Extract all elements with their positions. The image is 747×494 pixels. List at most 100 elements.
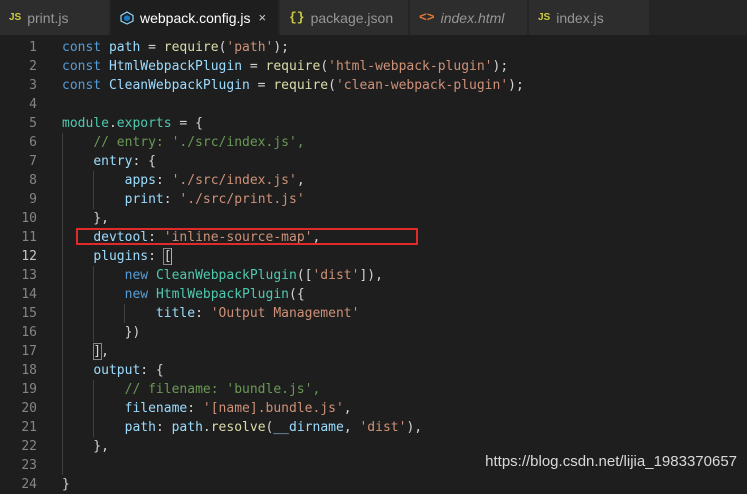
code-token: : { — [140, 363, 164, 378]
code-token: const — [62, 59, 109, 74]
code-line[interactable]: 9 print: './src/print.js' — [0, 190, 747, 209]
code-token: require — [265, 59, 321, 74]
line-number: 5 — [29, 116, 37, 131]
code-line[interactable]: 15 title: 'Output Management' — [0, 304, 747, 323]
tab-webpack-config-js[interactable]: webpack.config.js × — [111, 0, 279, 35]
code-token: , — [343, 420, 360, 435]
code-editor[interactable]: 1 const path = require('path'); 2 const Htm… — [0, 35, 747, 492]
line-number: 21 — [21, 420, 37, 435]
code-token: 'clean-webpack-plugin' — [335, 78, 509, 93]
close-icon[interactable]: × — [259, 10, 267, 25]
tab-index-js[interactable]: JS index.js — [529, 0, 650, 35]
line-number: 17 — [21, 344, 37, 359]
code-token: ({ — [289, 287, 305, 302]
code-token: . — [202, 420, 211, 435]
tab-label: webpack.config.js — [140, 9, 251, 26]
code-token: const — [62, 40, 109, 55]
code-token: : — [163, 192, 180, 207]
code-token: '[name].bundle.js' — [202, 401, 344, 416]
code-token: require — [163, 40, 219, 55]
code-line[interactable]: 1 const path = require('path'); — [0, 38, 747, 57]
code-token: = { — [171, 116, 203, 131]
code-line[interactable]: 13 new CleanWebpackPlugin(['dist']), — [0, 266, 747, 285]
code-text: plugins: [ — [62, 247, 171, 266]
code-text: apps: './src/index.js', — [62, 171, 305, 190]
code-token: module — [62, 116, 109, 131]
line-number: 11 — [21, 230, 37, 245]
code-line[interactable]: 18 output: { — [0, 361, 747, 380]
code-token: . — [108, 116, 117, 131]
code-token: // filename: 'bundle.js', — [124, 382, 321, 397]
code-token: exports — [116, 116, 172, 131]
code-line[interactable]: 4 — [0, 95, 747, 114]
code-token: resolve — [210, 420, 266, 435]
code-line[interactable]: 5 module.exports = { — [0, 114, 747, 133]
code-token: print — [124, 192, 164, 207]
code-line[interactable]: 17 ], — [0, 342, 747, 361]
line-number: 1 — [29, 40, 37, 55]
indent-guide — [93, 380, 94, 437]
code-token: // entry: './src/index.js', — [93, 135, 305, 150]
code-token: path — [171, 420, 203, 435]
code-token: 'dist' — [312, 268, 360, 283]
code-token: : — [187, 401, 203, 416]
line-number: 8 — [29, 173, 37, 188]
tab-label: index.html — [440, 9, 505, 26]
line-number: 7 — [29, 154, 37, 169]
json-icon: {} — [289, 10, 305, 25]
code-text: const CleanWebpackPlugin = require('clea… — [62, 76, 524, 95]
highlight-box — [76, 228, 418, 245]
code-line[interactable]: 21 path: path.resolve(__dirname, 'dist')… — [0, 418, 747, 437]
code-text: }, — [62, 209, 109, 228]
code-line[interactable]: 6 // entry: './src/index.js', — [0, 133, 747, 152]
line-number: 4 — [29, 97, 37, 112]
webpack-icon — [120, 10, 134, 25]
code-line[interactable]: 2 const HtmlWebpackPlugin = require('html… — [0, 57, 747, 76]
code-token: output — [93, 363, 141, 378]
code-line[interactable]: 10 }, — [0, 209, 747, 228]
code-text: filename: '[name].bundle.js', — [62, 399, 352, 418]
tab-package-json[interactable]: {} package.json — [280, 0, 409, 35]
code-token: }, — [62, 211, 109, 226]
line-number: 23 — [21, 458, 37, 473]
code-token: filename — [124, 401, 188, 416]
code-token: : — [155, 420, 172, 435]
indent-guide — [62, 133, 63, 475]
code-text: new CleanWebpackPlugin(['dist']), — [62, 266, 383, 285]
code-line[interactable]: 19 // filename: 'bundle.js', — [0, 380, 747, 399]
code-token: 'dist' — [359, 420, 407, 435]
code-line[interactable]: 12 plugins: [ — [0, 247, 747, 266]
code-line[interactable]: 24} — [0, 475, 747, 494]
code-token: entry — [93, 154, 133, 169]
code-token: __dirname — [273, 420, 344, 435]
tab-print-js[interactable]: JS print.js — [0, 0, 110, 35]
tab-bar: JS print.js webpack.config.js × {} packa… — [0, 0, 747, 35]
code-line[interactable]: 16 }) — [0, 323, 747, 342]
code-text: path: path.resolve(__dirname, 'dist'), — [62, 418, 422, 437]
code-token: CleanWebpackPlugin — [108, 78, 250, 93]
code-token: const — [62, 78, 109, 93]
indent-guide — [93, 171, 94, 209]
code-token: path — [124, 420, 156, 435]
code-token: path — [108, 40, 141, 55]
tab-index-html[interactable]: <> index.html — [410, 0, 528, 35]
code-token: : — [155, 173, 172, 188]
line-number: 10 — [21, 211, 37, 226]
code-token: = — [249, 78, 274, 93]
code-token: , — [343, 401, 352, 416]
code-token: require — [273, 78, 329, 93]
line-number: 13 — [21, 268, 37, 283]
code-line[interactable]: 7 entry: { — [0, 152, 747, 171]
code-token: 'path' — [226, 40, 274, 55]
code-text: const path = require('path'); — [62, 38, 289, 57]
code-line[interactable]: 8 apps: './src/index.js', — [0, 171, 747, 190]
code-line[interactable]: 3 const CleanWebpackPlugin = require('cle… — [0, 76, 747, 95]
code-line[interactable]: 20 filename: '[name].bundle.js', — [0, 399, 747, 418]
code-token: new — [124, 287, 156, 302]
code-line[interactable]: 14 new HtmlWebpackPlugin({ — [0, 285, 747, 304]
line-number: 24 — [21, 477, 37, 492]
code-token: ); — [492, 59, 509, 74]
